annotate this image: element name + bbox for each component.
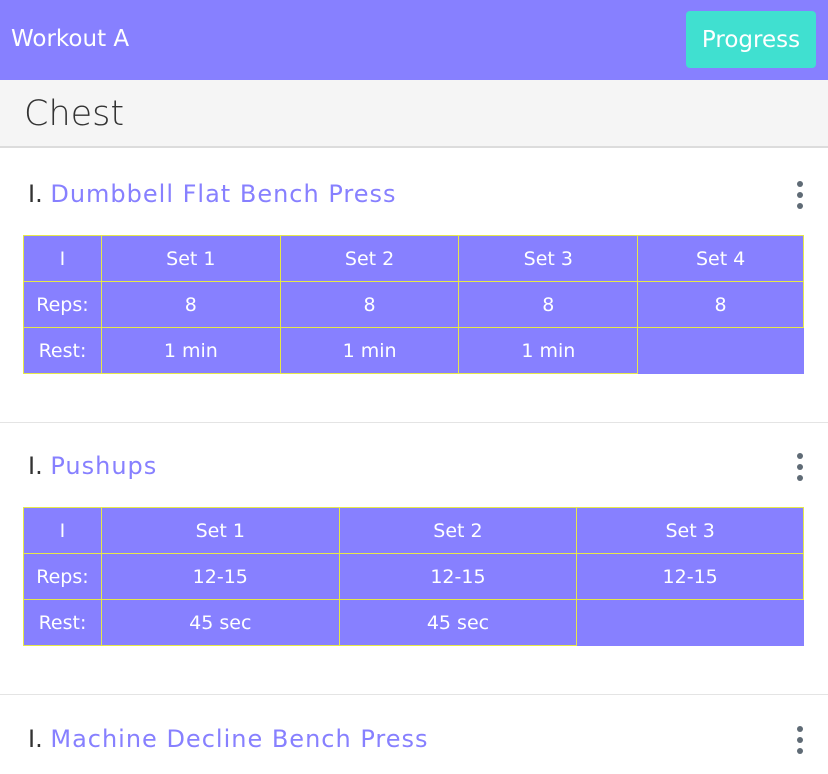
divider bbox=[0, 694, 828, 695]
table-row: Reps: 8 8 8 8 bbox=[23, 281, 804, 328]
exercise-number: I. bbox=[28, 452, 43, 480]
rest-label: Rest: bbox=[23, 327, 102, 374]
rest-label: Rest: bbox=[23, 599, 102, 646]
reps-cell: 8 bbox=[458, 281, 639, 328]
table-corner-cell: I bbox=[23, 507, 102, 554]
more-vertical-icon[interactable] bbox=[794, 181, 806, 209]
rest-cell: 1 min bbox=[279, 327, 460, 374]
reps-cell: 8 bbox=[100, 281, 281, 328]
set-header: Set 3 bbox=[576, 507, 804, 554]
set-header: Set 3 bbox=[458, 235, 639, 282]
reps-label: Reps: bbox=[23, 553, 102, 600]
top-bar: Workout A Progress bbox=[0, 0, 828, 80]
set-header: Set 4 bbox=[637, 235, 804, 282]
rest-cell: 45 sec bbox=[100, 599, 340, 646]
exercise-title: I. Pushups bbox=[28, 452, 157, 486]
reps-cell: 12-15 bbox=[338, 553, 578, 600]
table-row: Rest: 1 min 1 min 1 min bbox=[23, 327, 804, 374]
exercise-name[interactable]: Pushups bbox=[50, 452, 157, 480]
sets-table: I Set 1 Set 2 Set 3 Set 4 Reps: 8 8 8 8 … bbox=[23, 235, 804, 374]
section-title: Chest bbox=[24, 94, 125, 134]
exercise-name[interactable]: Machine Decline Bench Press bbox=[50, 725, 428, 753]
more-vertical-icon[interactable] bbox=[794, 453, 806, 481]
progress-button[interactable]: Progress bbox=[686, 11, 816, 68]
set-header: Set 1 bbox=[100, 235, 281, 282]
table-row: Reps: 12-15 12-15 12-15 bbox=[23, 553, 804, 600]
set-header: Set 2 bbox=[338, 507, 578, 554]
page-title: Workout A bbox=[11, 26, 130, 52]
section-header: Chest bbox=[0, 80, 828, 148]
rest-cell: 45 sec bbox=[338, 599, 578, 646]
reps-cell: 8 bbox=[279, 281, 460, 328]
exercise-number: I. bbox=[28, 725, 43, 753]
exercise-number: I. bbox=[28, 180, 43, 208]
table-row: I Set 1 Set 2 Set 3 Set 4 bbox=[23, 235, 804, 282]
table-row: Rest: 45 sec 45 sec bbox=[23, 599, 804, 646]
rest-cell: 1 min bbox=[458, 327, 639, 374]
reps-cell: 12-15 bbox=[100, 553, 340, 600]
table-corner-cell: I bbox=[23, 235, 102, 282]
sets-table: I Set 1 Set 2 Set 3 Reps: 12-15 12-15 12… bbox=[23, 507, 804, 646]
rest-cell: 1 min bbox=[100, 327, 281, 374]
more-vertical-icon[interactable] bbox=[794, 726, 806, 754]
reps-label: Reps: bbox=[23, 281, 102, 328]
divider bbox=[0, 422, 828, 423]
table-row: I Set 1 Set 2 Set 3 bbox=[23, 507, 804, 554]
exercise-title: I. Machine Decline Bench Press bbox=[28, 725, 428, 759]
rest-cell-empty bbox=[576, 599, 804, 646]
set-header: Set 2 bbox=[279, 235, 460, 282]
set-header: Set 1 bbox=[100, 507, 340, 554]
exercise-name[interactable]: Dumbbell Flat Bench Press bbox=[50, 180, 396, 208]
reps-cell: 12-15 bbox=[576, 553, 804, 600]
rest-cell-empty bbox=[637, 327, 804, 374]
exercise-title: I. Dumbbell Flat Bench Press bbox=[28, 180, 397, 214]
reps-cell: 8 bbox=[637, 281, 804, 328]
